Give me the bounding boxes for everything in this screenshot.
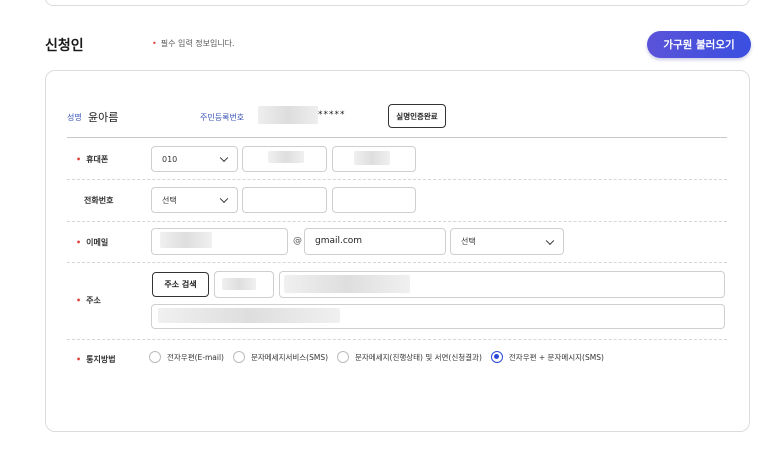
notify-option-label: 전자우편(E-mail) xyxy=(167,352,224,362)
name-label: 성명 xyxy=(67,113,82,122)
required-dot: • xyxy=(76,155,82,164)
address-line2-redacted xyxy=(158,308,340,323)
phone-prefix-select[interactable]: 선택 xyxy=(151,187,238,213)
address-label: • 주소 xyxy=(76,295,101,306)
mobile-prefix-value: 010 xyxy=(162,154,178,164)
notify-radio-group: 전자우편(E-mail) 문자메세지서비스(SMS) 문자메세지(진행상태) 및… xyxy=(149,351,613,363)
name-value: 윤아름 xyxy=(88,111,119,124)
chevron-down-icon xyxy=(219,194,229,204)
divider xyxy=(67,137,727,138)
notify-option-label: 전자우편 + 문자메시지(SMS) xyxy=(508,352,604,362)
notify-option-email-sms[interactable]: 전자우편 + 문자메시지(SMS) xyxy=(490,351,604,363)
radio-button[interactable] xyxy=(232,351,245,363)
rrn-redacted xyxy=(258,106,318,124)
divider xyxy=(67,179,727,180)
notify-option-email[interactable]: 전자우편(E-mail) xyxy=(149,351,224,363)
required-dot: • xyxy=(76,296,82,305)
required-dot: • xyxy=(76,355,82,364)
notify-label-text: 통지방법 xyxy=(86,355,116,364)
divider xyxy=(67,262,727,263)
email-domain-value: gmail.com xyxy=(315,236,363,246)
mobile-last-redacted xyxy=(354,151,390,165)
notify-option-sms-mail[interactable]: 문자메세지(진행상태) 및 서면(신청결과) xyxy=(337,351,482,363)
notify-option-label: 문자메세지서비스(SMS) xyxy=(250,352,329,362)
required-note-text: 필수 입력 정보입니다. xyxy=(160,39,235,48)
radio-button-selected[interactable] xyxy=(490,351,503,363)
phone-last-input[interactable] xyxy=(332,187,416,213)
email-domain-select-value: 선택 xyxy=(461,237,476,246)
phone-label: 전화번호 xyxy=(84,196,114,205)
chevron-down-icon xyxy=(545,236,555,245)
address-label-text: 주소 xyxy=(86,296,101,305)
mobile-middle-redacted xyxy=(268,151,304,163)
chevron-down-icon xyxy=(219,153,229,163)
email-label: • 이메일 xyxy=(76,237,108,248)
divider xyxy=(67,221,727,222)
email-id-redacted xyxy=(160,232,212,248)
mobile-prefix-select[interactable]: 010 xyxy=(151,146,238,172)
divider xyxy=(67,339,727,340)
notify-option-label: 문자메세지(진행상태) 및 서면(신청결과) xyxy=(355,352,482,362)
radio-button[interactable] xyxy=(149,351,161,363)
email-at-sign: @ xyxy=(293,236,302,246)
rrn-masked: ***** xyxy=(318,110,346,120)
previous-section-card xyxy=(45,0,750,6)
verify-name-button[interactable]: 실명인증완료 xyxy=(388,104,446,128)
email-domain-select[interactable]: 선택 xyxy=(450,228,564,255)
section-title: 신청인 xyxy=(45,38,84,54)
address-search-button[interactable]: 주소 검색 xyxy=(152,272,209,297)
mobile-label: • 휴대폰 xyxy=(76,154,108,165)
postal-code-redacted xyxy=(222,278,256,290)
required-dot: • xyxy=(76,238,82,247)
required-dot: • xyxy=(152,39,157,48)
address-line1-redacted xyxy=(284,275,410,293)
notify-option-sms[interactable]: 문자메세지서비스(SMS) xyxy=(232,351,329,363)
rrn-label: 주민등록번호 xyxy=(200,113,245,122)
radio-button[interactable] xyxy=(337,351,350,363)
load-household-button[interactable]: 가구원 불러오기 xyxy=(647,31,751,58)
email-label-text: 이메일 xyxy=(86,238,109,247)
phone-middle-input[interactable] xyxy=(242,187,327,213)
notify-label: • 통지방법 xyxy=(76,354,116,365)
mobile-label-text: 휴대폰 xyxy=(86,155,109,164)
phone-prefix-value: 선택 xyxy=(162,195,177,205)
required-note: • 필수 입력 정보입니다. xyxy=(152,38,235,49)
